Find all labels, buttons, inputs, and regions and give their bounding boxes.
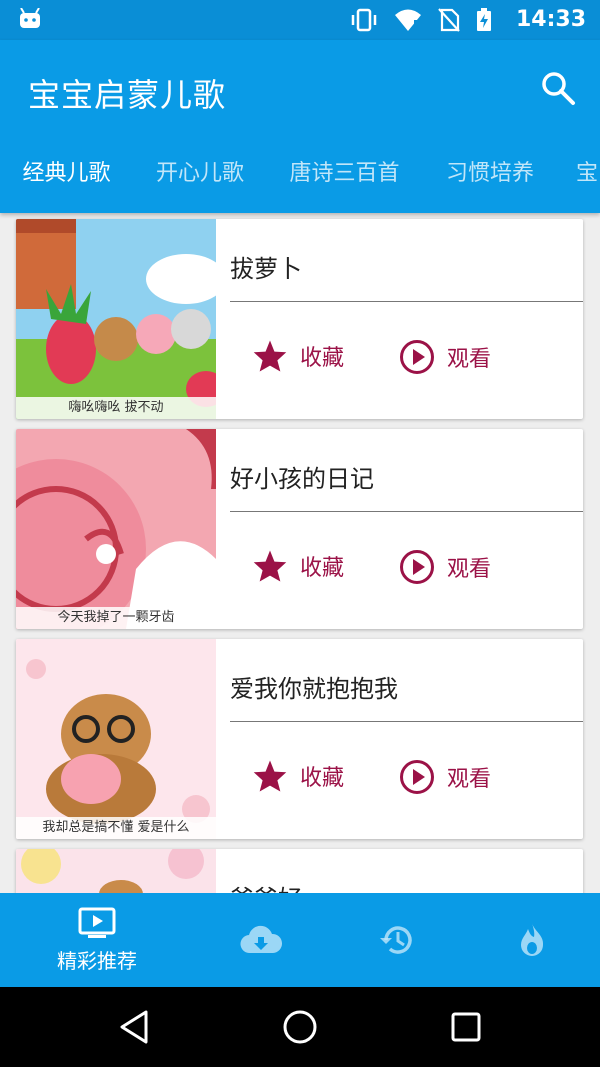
nav-featured-label: 精彩推荐 bbox=[57, 948, 137, 973]
nav-history[interactable] bbox=[322, 893, 472, 987]
android-icon bbox=[20, 8, 40, 28]
watch-button[interactable]: 观看 bbox=[399, 339, 491, 375]
song-card[interactable]: 嗨吆嗨吆 拔不动 拔萝卜 收藏 观看 bbox=[16, 219, 583, 419]
watch-button[interactable]: 观看 bbox=[399, 549, 491, 585]
no-sim-icon bbox=[438, 8, 460, 32]
back-icon[interactable] bbox=[118, 1009, 150, 1045]
divider bbox=[230, 511, 583, 512]
nav-hot[interactable] bbox=[457, 893, 600, 987]
favorite-label: 收藏 bbox=[300, 346, 345, 371]
status-bar: 14:33 bbox=[0, 0, 600, 40]
watch-button[interactable]: 观看 bbox=[399, 759, 491, 795]
wifi-icon bbox=[395, 9, 421, 31]
favorite-button[interactable]: 收藏 bbox=[252, 339, 344, 373]
app-title: 宝宝启蒙儿歌 bbox=[28, 76, 227, 114]
history-icon bbox=[380, 926, 412, 954]
divider bbox=[230, 301, 583, 302]
app-bar: 宝宝启蒙儿歌 经典儿歌 开心儿歌 唐诗三百首 习惯培养 宝 bbox=[0, 40, 600, 213]
tab-classic-songs[interactable]: 经典儿歌 bbox=[0, 140, 133, 213]
divider bbox=[230, 721, 583, 722]
cloud-download-icon bbox=[240, 925, 282, 954]
play-circle-icon bbox=[400, 760, 434, 794]
song-thumbnail[interactable]: 今天我掉了一颗牙齿 bbox=[16, 429, 216, 629]
watch-label: 观看 bbox=[447, 767, 492, 792]
star-icon bbox=[253, 550, 287, 582]
system-navigation-bar bbox=[0, 987, 600, 1067]
vibrate-icon bbox=[351, 8, 377, 32]
tv-play-icon bbox=[78, 907, 116, 938]
nav-featured[interactable]: 精彩推荐 bbox=[22, 893, 172, 987]
song-card[interactable]: 今天我掉了一颗牙齿 好小孩的日记 收藏 观看 bbox=[16, 429, 583, 629]
flame-icon bbox=[521, 923, 544, 956]
song-thumbnail[interactable]: 嗨吆嗨吆 拔不动 bbox=[16, 219, 216, 419]
category-tabs: 经典儿歌 开心儿歌 唐诗三百首 习惯培养 宝 bbox=[0, 140, 600, 213]
play-circle-icon bbox=[400, 340, 434, 374]
bottom-navigation: 精彩推荐 bbox=[0, 893, 600, 987]
song-thumbnail[interactable]: 我却总是搞不懂 爱是什么 bbox=[16, 639, 216, 839]
song-caption: 我却总是搞不懂 爱是什么 bbox=[16, 817, 216, 839]
recents-icon[interactable] bbox=[451, 1012, 481, 1042]
song-title: 爱我你就抱抱我 bbox=[230, 675, 398, 703]
nav-downloads[interactable] bbox=[186, 893, 336, 987]
search-icon[interactable] bbox=[540, 70, 576, 106]
home-icon[interactable] bbox=[282, 1009, 318, 1045]
tab-more[interactable]: 宝 bbox=[558, 140, 600, 213]
battery-charging-icon bbox=[477, 8, 491, 31]
favorite-label: 收藏 bbox=[300, 556, 345, 581]
star-icon bbox=[253, 340, 287, 372]
favorite-label: 收藏 bbox=[300, 766, 345, 791]
tab-happy-songs[interactable]: 开心儿歌 bbox=[133, 140, 267, 213]
star-icon bbox=[253, 760, 287, 792]
watch-label: 观看 bbox=[447, 347, 492, 372]
song-caption: 嗨吆嗨吆 拔不动 bbox=[16, 397, 216, 419]
favorite-button[interactable]: 收藏 bbox=[252, 549, 344, 583]
song-title: 好小孩的日记 bbox=[230, 465, 374, 493]
song-caption: 今天我掉了一颗牙齿 bbox=[16, 607, 216, 629]
favorite-button[interactable]: 收藏 bbox=[252, 759, 344, 793]
tab-habits[interactable]: 习惯培养 bbox=[422, 140, 558, 213]
song-title: 拔萝卜 bbox=[230, 255, 302, 283]
watch-label: 观看 bbox=[447, 557, 492, 582]
play-circle-icon bbox=[400, 550, 434, 584]
status-time: 14:33 bbox=[515, 7, 586, 32]
tab-tang-poems[interactable]: 唐诗三百首 bbox=[267, 140, 422, 213]
song-card[interactable]: 我却总是搞不懂 爱是什么 爱我你就抱抱我 收藏 观看 bbox=[16, 639, 583, 839]
